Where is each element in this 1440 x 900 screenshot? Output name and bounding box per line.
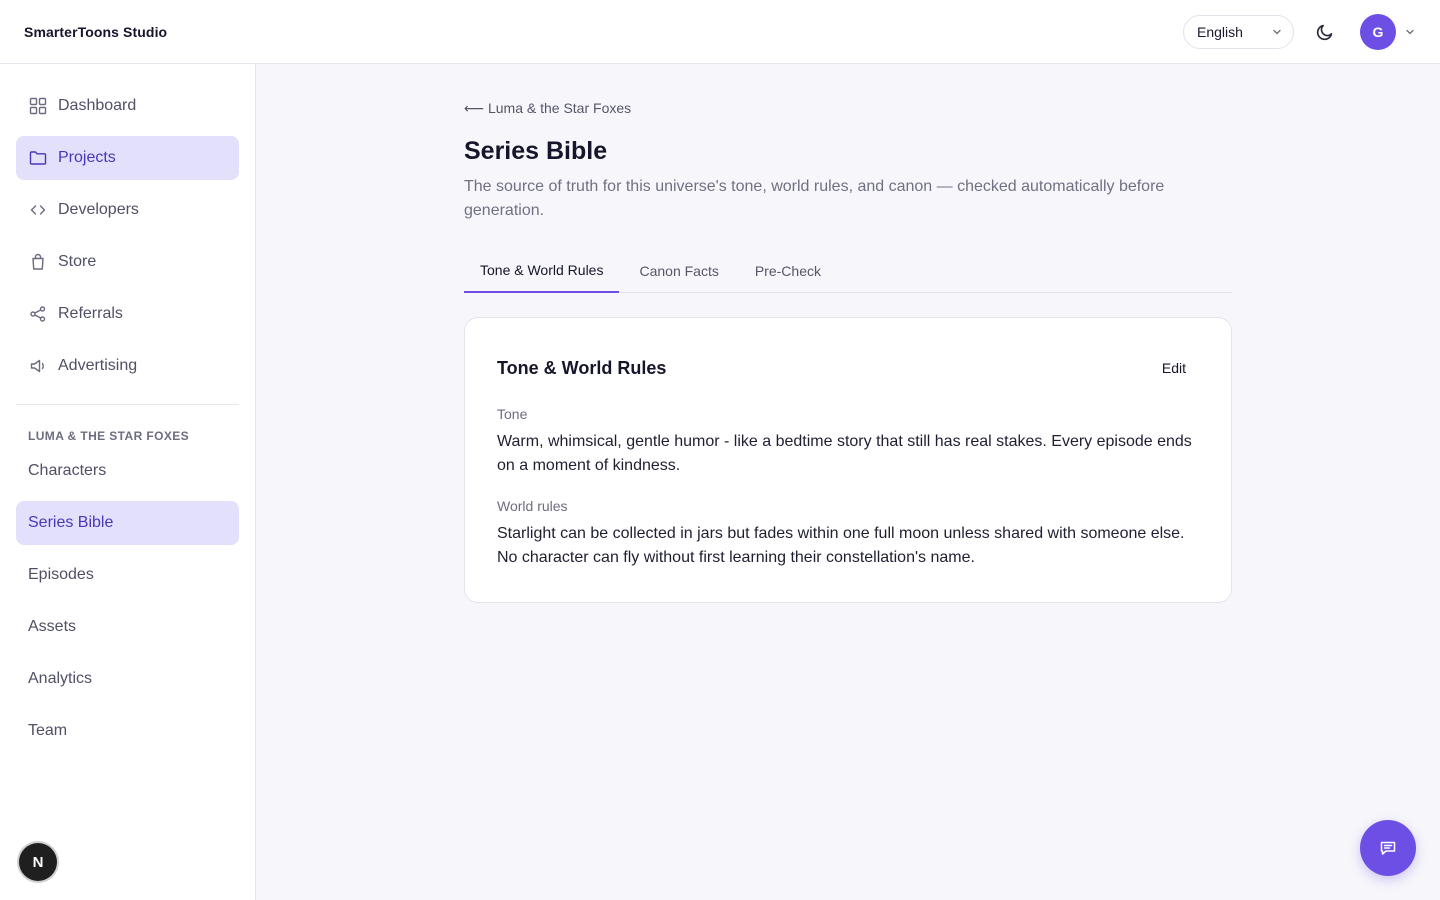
- top-right-controls: English G: [1183, 13, 1416, 50]
- bag-icon: [28, 252, 48, 272]
- language-select[interactable]: English: [1183, 14, 1294, 49]
- sidebar-item-characters[interactable]: Characters: [16, 449, 239, 493]
- sidebar-item-dashboard[interactable]: Dashboard: [16, 84, 239, 128]
- brand-name[interactable]: SmarterToons Studio: [24, 24, 167, 40]
- sidebar-item-label: Store: [58, 253, 97, 270]
- sidebar-item-episodes[interactable]: Episodes: [16, 553, 239, 597]
- sidebar-item-label: Referrals: [58, 305, 123, 322]
- theme-toggle-button[interactable]: [1310, 17, 1340, 47]
- tab-canon-facts[interactable]: Canon Facts: [623, 249, 734, 293]
- sidebar-item-analytics[interactable]: Analytics: [16, 657, 239, 701]
- sidebar-item-label: Advertising: [58, 357, 138, 374]
- page-title: Series Bible: [464, 137, 608, 165]
- nextjs-badge[interactable]: N: [19, 843, 57, 881]
- sidebar-item-referrals[interactable]: Referrals: [16, 292, 239, 336]
- moon-icon: [1316, 24, 1333, 40]
- tone-label: Tone: [497, 406, 528, 422]
- grid-icon: [28, 96, 48, 116]
- language-value: English: [1197, 23, 1243, 40]
- top-bar: SmarterToons Studio English G: [0, 0, 1440, 64]
- megaphone-icon: [28, 356, 48, 376]
- share-icon: [28, 304, 48, 324]
- world-rules-label: World rules: [497, 498, 568, 514]
- sidebar-item-label: Developers: [58, 201, 139, 218]
- main-content: ⟵ Luma & the Star Foxes Series Bible The…: [256, 64, 1440, 900]
- sidebar: Dashboard Projects Developers Store Refe…: [0, 64, 256, 900]
- sidebar-item-label: Dashboard: [58, 97, 137, 114]
- page-description: The source of truth for this universe's …: [464, 178, 1165, 219]
- chat-button[interactable]: [1360, 820, 1416, 876]
- content-column: ⟵ Luma & the Star Foxes Series Bible The…: [464, 64, 1232, 603]
- tab-tone-world-rules[interactable]: Tone & World Rules: [464, 249, 620, 293]
- chevron-down-icon: [1273, 29, 1281, 34]
- tone-world-rules-card: Tone & World Rules Edit Tone Warm, whims…: [464, 317, 1232, 603]
- sidebar-item-store[interactable]: Store: [16, 240, 239, 284]
- chevron-down-icon: [1406, 29, 1414, 34]
- back-link[interactable]: ⟵ Luma & the Star Foxes: [464, 100, 631, 117]
- sidebar-item-projects[interactable]: Projects: [16, 136, 239, 180]
- sidebar-item-series-bible[interactable]: Series Bible: [16, 501, 239, 545]
- code-icon: [28, 200, 48, 220]
- tone-value: Warm, whimsical, gentle humor - like a b…: [497, 433, 1192, 474]
- user-menu[interactable]: G: [1360, 13, 1416, 50]
- card-header: Tone & World Rules Edit: [497, 356, 1199, 380]
- folder-icon: [28, 148, 48, 168]
- tab-pre-check[interactable]: Pre-Check: [739, 249, 837, 293]
- sidebar-item-developers[interactable]: Developers: [16, 188, 239, 232]
- sidebar-item-advertising[interactable]: Advertising: [16, 344, 239, 388]
- project-section-label: LUMA & THE STAR FOXES: [28, 429, 190, 443]
- avatar: G: [1360, 13, 1396, 50]
- tab-bar: Tone & World Rules Canon Facts Pre-Check: [464, 249, 1232, 293]
- sidebar-item-assets[interactable]: Assets: [16, 605, 239, 649]
- card-title: Tone & World Rules: [497, 357, 667, 378]
- sidebar-item-team[interactable]: Team: [16, 709, 239, 753]
- edit-button[interactable]: Edit: [1149, 356, 1199, 380]
- chat-icon: [1380, 841, 1396, 855]
- world-rules-value: Starlight can be collected in jars but f…: [497, 525, 1185, 566]
- sidebar-item-label: Projects: [58, 149, 116, 166]
